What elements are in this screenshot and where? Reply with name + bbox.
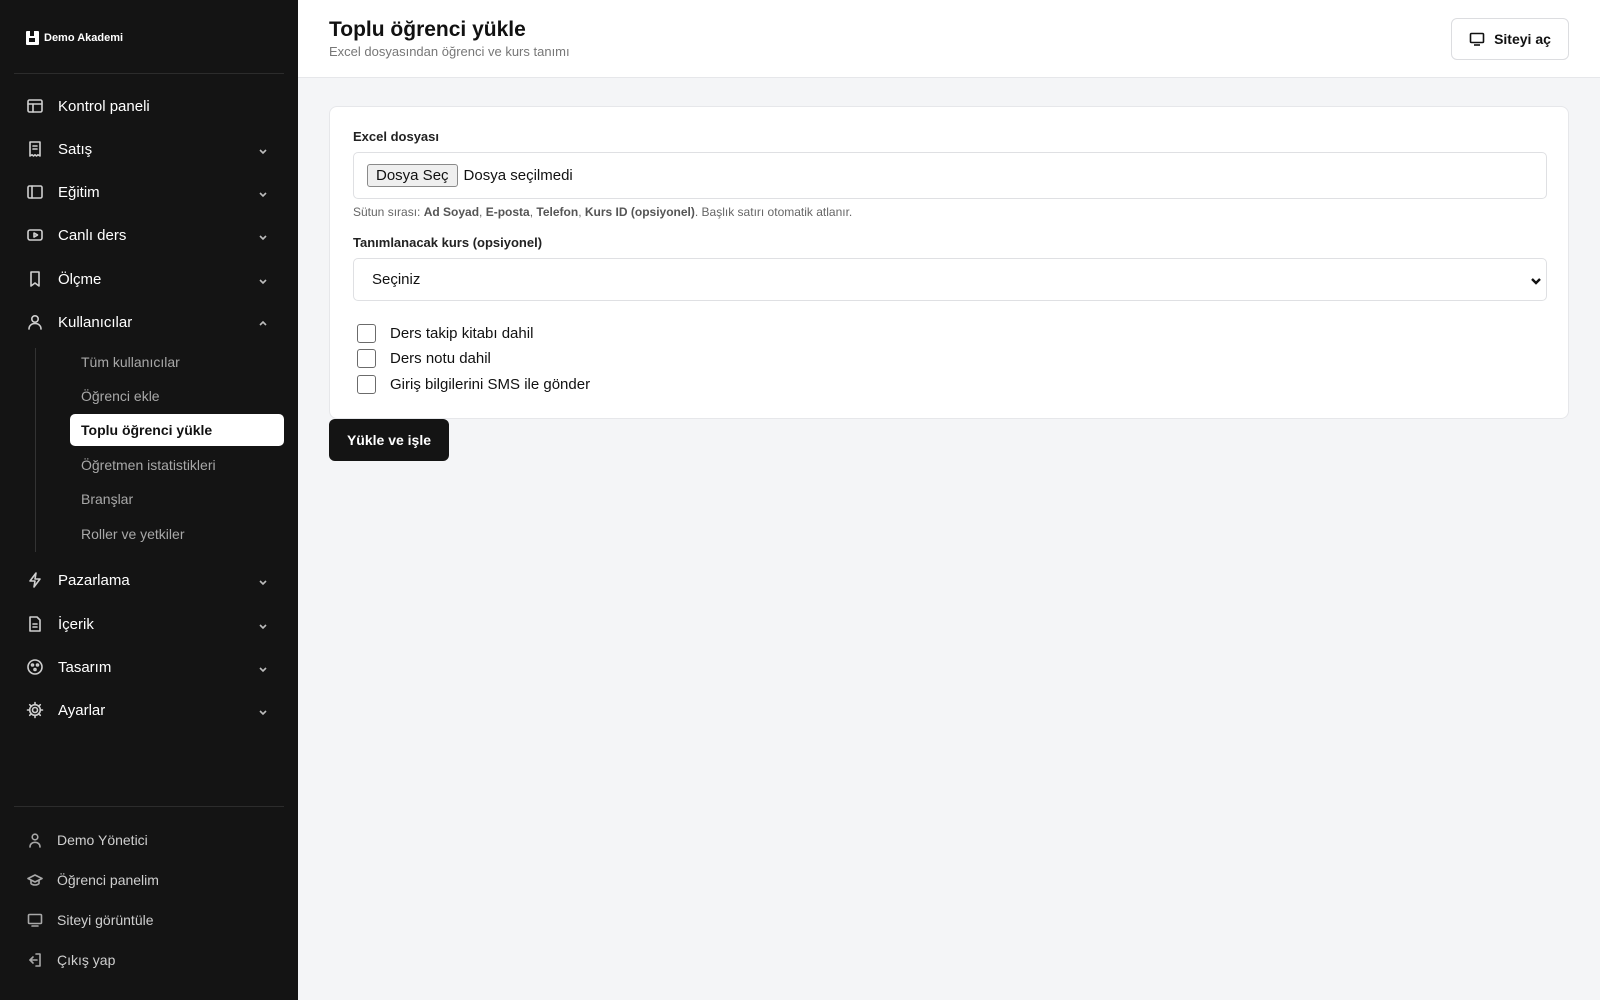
- file-status: Dosya seçilmedi: [463, 167, 573, 184]
- sidebar-item-label: Satış: [58, 140, 93, 158]
- divider: [14, 806, 284, 807]
- submenu-line: [35, 348, 36, 552]
- chevron-down-icon: [258, 704, 268, 716]
- checkbox-label: Ders takip kitabı dahil: [390, 324, 534, 342]
- chevron-down-icon: [258, 618, 268, 630]
- chevron-down-icon: [258, 143, 268, 155]
- checkbox-lesson-notes[interactable]: Ders notu dahil: [357, 347, 491, 369]
- sidebar-item-label: Tasarım: [58, 658, 112, 676]
- sidebar-item-dashboard[interactable]: Kontrol paneli: [14, 86, 284, 126]
- chevron-down-icon: [258, 661, 268, 673]
- sidebar-item-sales[interactable]: Satış: [14, 129, 284, 169]
- submenu-item-all-users[interactable]: Tüm kullanıcılar: [70, 346, 284, 378]
- sidebar-item-label: Kontrol paneli: [58, 97, 150, 115]
- sidebar: Demo Akademi Kontrol paneli Satış Eğitim…: [0, 0, 298, 1000]
- upload-process-button[interactable]: Yükle ve işle: [329, 419, 449, 461]
- chevron-down-icon: [258, 574, 268, 586]
- sidebar-item-marketing[interactable]: Pazarlama: [14, 560, 284, 600]
- zap-icon: [26, 571, 44, 589]
- sidebar-item-label: İçerik: [58, 615, 94, 633]
- checkbox[interactable]: [357, 374, 376, 394]
- file-icon: [26, 615, 44, 633]
- palette-icon: [26, 658, 44, 676]
- submenu-item-add-student[interactable]: Öğrenci ekle: [70, 380, 284, 412]
- monitor-icon: [27, 912, 43, 928]
- sidebar-item-settings[interactable]: Ayarlar: [14, 690, 284, 730]
- submenu-item-branches[interactable]: Branşlar: [70, 483, 284, 515]
- gear-icon: [26, 701, 44, 719]
- chevron-down-icon: [258, 273, 268, 285]
- sidebar-item-label: Ayarlar: [58, 701, 106, 719]
- layout-icon: [26, 97, 44, 115]
- chevron-down-icon: [1530, 274, 1542, 286]
- video-icon: [26, 226, 44, 244]
- monitor-icon: [1469, 32, 1485, 46]
- user-icon: [27, 832, 43, 848]
- course-select[interactable]: Seçiniz: [353, 258, 1547, 301]
- footer-item-label: Öğrenci panelim: [57, 872, 159, 888]
- checkbox[interactable]: [357, 323, 376, 343]
- choose-file-button[interactable]: Dosya Seç: [367, 164, 458, 187]
- logout-icon: [27, 952, 43, 968]
- brand-logo[interactable]: Demo Akademi: [26, 31, 123, 45]
- sidebar-item-label: Pazarlama: [58, 571, 130, 589]
- footer-item-logout[interactable]: Çıkış yap: [14, 942, 284, 978]
- brand-name: Demo Akademi: [44, 32, 124, 44]
- sidebar-item-label: Kullanıcılar: [58, 313, 133, 331]
- course-label: Tanımlanacak kurs (opsiyonel): [353, 235, 543, 250]
- chevron-down-icon: [258, 186, 268, 198]
- sidebar-item-users[interactable]: Kullanıcılar: [14, 302, 284, 342]
- sidebar-item-content[interactable]: İçerik: [14, 604, 284, 644]
- submenu-item-roles[interactable]: Roller ve yetkiler: [70, 518, 284, 550]
- checkbox[interactable]: [357, 348, 376, 368]
- chevron-up-icon: [258, 316, 268, 326]
- course-select-value: Seçiniz: [372, 271, 421, 288]
- checkbox-send-sms[interactable]: Giriş bilgilerini SMS ile gönder: [357, 373, 590, 395]
- page-title: Toplu öğrenci yükle: [329, 18, 526, 41]
- footer-item-label: Siteyi görüntüle: [57, 912, 154, 928]
- upload-form-card: Excel dosyası Dosya Seç Dosya seçilmedi …: [329, 106, 1569, 419]
- receipt-icon: [26, 140, 44, 158]
- page-subtitle: Excel dosyasından öğrenci ve kurs tanımı: [329, 44, 570, 59]
- graduation-cap-icon: [27, 872, 43, 888]
- sidebar-item-education[interactable]: Eğitim: [14, 172, 284, 212]
- bookmark-icon: [26, 270, 44, 288]
- logo-icon: [26, 31, 39, 45]
- sidebar-item-label: Ölçme: [58, 270, 102, 288]
- sidebar-item-design[interactable]: Tasarım: [14, 647, 284, 687]
- book-icon: [26, 183, 44, 201]
- page-header: Toplu öğrenci yükle Excel dosyasından öğ…: [298, 0, 1600, 78]
- column-order-hint: Sütun sırası: Ad Soyad, E-posta, Telefon…: [353, 205, 853, 219]
- user-icon: [26, 313, 44, 331]
- footer-item-student-panel[interactable]: Öğrenci panelim: [14, 862, 284, 898]
- file-input[interactable]: Dosya Seç Dosya seçilmedi: [353, 152, 1547, 199]
- checkbox-tracking-book[interactable]: Ders takip kitabı dahil: [357, 322, 533, 344]
- footer-item-label: Demo Yönetici: [57, 832, 148, 848]
- sidebar-item-label: Canlı ders: [58, 226, 127, 244]
- sidebar-item-label: Eğitim: [58, 183, 100, 201]
- submenu-item-teacher-stats[interactable]: Öğretmen istatistikleri: [70, 449, 284, 481]
- sidebar-item-assessment[interactable]: Ölçme: [14, 259, 284, 299]
- file-label: Excel dosyası: [353, 129, 439, 144]
- footer-item-label: Çıkış yap: [57, 952, 116, 968]
- open-site-button[interactable]: Siteyi aç: [1451, 18, 1569, 60]
- footer-item-profile[interactable]: Demo Yönetici: [14, 822, 284, 858]
- checkbox-label: Giriş bilgilerini SMS ile gönder: [390, 375, 591, 393]
- footer-item-view-site[interactable]: Siteyi görüntüle: [14, 902, 284, 938]
- submenu-item-bulk-upload[interactable]: Toplu öğrenci yükle: [70, 414, 284, 446]
- divider: [14, 73, 284, 74]
- checkbox-label: Ders notu dahil: [390, 349, 491, 367]
- open-site-label: Siteyi aç: [1494, 31, 1551, 47]
- chevron-down-icon: [258, 229, 268, 241]
- sidebar-item-live-lesson[interactable]: Canlı ders: [14, 215, 284, 255]
